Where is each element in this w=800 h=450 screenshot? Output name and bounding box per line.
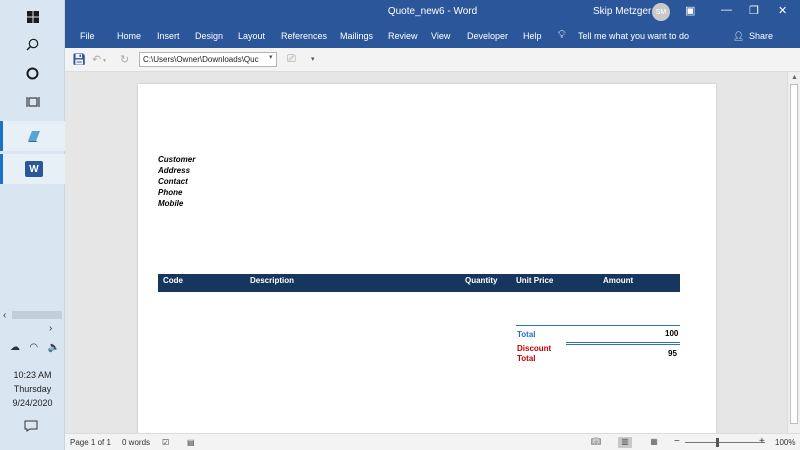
- page-count[interactable]: Page 1 of 1: [70, 438, 111, 447]
- user-name[interactable]: Skip Metzger: [593, 6, 651, 17]
- status-bar: Page 1 of 1 0 words ☑ ▤ 📖︎ ▥ ▦ − + 100%: [65, 433, 800, 450]
- clock-date: 9/24/2020: [12, 398, 53, 408]
- discount-label-line1: Discount: [517, 344, 552, 353]
- scroll-right-icon[interactable]: ›: [49, 323, 52, 334]
- lightbulb-icon: 💡︎: [558, 29, 566, 41]
- document-area: Customer Address Contact Phone Mobile Co…: [65, 72, 787, 433]
- word-count[interactable]: 0 words: [122, 438, 150, 447]
- proofing-icon[interactable]: ☑: [162, 438, 169, 447]
- discount-label-line2: Total: [517, 354, 536, 363]
- cortana-icon[interactable]: [0, 58, 65, 88]
- customize-qat-icon[interactable]: ▾: [311, 55, 315, 63]
- clock-day: Thursday: [13, 384, 52, 394]
- address-label: Address: [158, 166, 191, 175]
- tab-developer[interactable]: Developer: [467, 31, 508, 41]
- quick-access-toolbar: 💾︎ ↶ ▾ ↻ C:\Users\Owner\Downloads\Quc ▾ …: [65, 48, 800, 72]
- phone-label: Phone: [158, 188, 183, 197]
- undo-icon[interactable]: ↶: [92, 53, 101, 66]
- col-amount: Amount: [603, 276, 634, 285]
- total-rule: [516, 325, 680, 326]
- volume-icon[interactable]: 🔈: [48, 342, 60, 353]
- windows-icon[interactable]: [0, 2, 65, 32]
- document-location-field[interactable]: C:\Users\Owner\Downloads\Quc: [139, 52, 277, 67]
- tab-references[interactable]: References: [281, 31, 327, 41]
- ribbon-display-options-icon[interactable]: ▣: [685, 4, 695, 17]
- zoom-slider[interactable]: [685, 442, 765, 443]
- wifi-icon[interactable]: ◠: [29, 342, 38, 353]
- system-tray: ☁ ◠ 🔈: [10, 342, 60, 353]
- minimize-icon[interactable]: —: [721, 4, 732, 16]
- clock-time: 10:23 AM: [13, 370, 52, 380]
- scroll-thumb[interactable]: [12, 311, 62, 319]
- share-person-icon: 👤︎: [733, 31, 745, 41]
- contact-label: Contact: [158, 177, 188, 186]
- search-icon[interactable]: [0, 29, 65, 59]
- tab-home[interactable]: Home: [117, 31, 141, 41]
- tab-layout[interactable]: Layout: [238, 31, 265, 41]
- tell-me-search[interactable]: Tell me what you want to do: [578, 31, 689, 41]
- pinned-app-icon[interactable]: [0, 121, 65, 151]
- accessibility-icon[interactable]: ▤: [187, 438, 195, 447]
- taskbar-clock[interactable]: 10:23 AM Thursday 9/24/2020: [0, 368, 65, 410]
- word-icon[interactable]: W: [0, 154, 65, 184]
- total-label: Total: [517, 330, 536, 339]
- document-page[interactable]: Customer Address Contact Phone Mobile Co…: [138, 84, 716, 433]
- col-quantity: Quantity: [465, 276, 498, 285]
- total-double-rule: [566, 342, 680, 345]
- customer-label: Customer: [158, 155, 196, 164]
- windows-taskbar: W ‹ › ☁ ◠ 🔈 10:23 AM Thursday 9/24/2020: [0, 0, 65, 450]
- col-code: Code: [163, 276, 183, 285]
- tab-insert[interactable]: Insert: [157, 31, 180, 41]
- vertical-scrollbar[interactable]: ▲: [787, 72, 800, 433]
- quote-table-header: Code Description Quantity Unit Price Amo…: [158, 274, 680, 292]
- discount-total-value: 95: [668, 349, 677, 358]
- mobile-label: Mobile: [158, 199, 184, 208]
- redo-icon[interactable]: ↻: [120, 53, 129, 66]
- undo-dropdown-icon[interactable]: ▾: [103, 57, 106, 64]
- taskbar-scrollbar[interactable]: ‹: [0, 309, 65, 321]
- zoom-slider-thumb[interactable]: [716, 438, 719, 447]
- zoom-out-button[interactable]: −: [674, 436, 680, 447]
- save-icon[interactable]: 💾︎: [72, 53, 86, 66]
- word-logo: W: [25, 161, 43, 177]
- scroll-up-icon[interactable]: ▲: [791, 74, 798, 81]
- tab-review[interactable]: Review: [388, 31, 418, 41]
- discount-total-label: Discount Total: [517, 344, 567, 364]
- close-icon[interactable]: ✕: [778, 4, 787, 17]
- web-layout-icon[interactable]: ▦: [647, 437, 661, 448]
- scroll-thumb[interactable]: [790, 84, 798, 424]
- ribbon-tabs: File Home Insert Design Layout Reference…: [65, 24, 800, 48]
- read-mode-icon[interactable]: 📖︎: [589, 437, 603, 448]
- scroll-left-icon[interactable]: ‹: [3, 310, 6, 321]
- col-description: Description: [250, 276, 295, 285]
- restore-icon[interactable]: ❐: [749, 4, 759, 17]
- zoom-level[interactable]: 100%: [775, 438, 795, 447]
- onedrive-icon[interactable]: ☁: [10, 342, 20, 353]
- avatar[interactable]: SM: [652, 3, 670, 21]
- tab-design[interactable]: Design: [195, 31, 223, 41]
- touch-mode-icon[interactable]: ⎚: [287, 53, 296, 66]
- chevron-down-icon[interactable]: ▾: [269, 53, 273, 61]
- print-layout-icon[interactable]: ▥: [618, 437, 632, 448]
- zoom-in-button[interactable]: +: [759, 436, 765, 447]
- notification-icon[interactable]: [24, 420, 38, 435]
- tab-help[interactable]: Help: [523, 31, 542, 41]
- tab-view[interactable]: View: [431, 31, 450, 41]
- total-value: 100: [665, 329, 679, 338]
- col-unit-price: Unit Price: [516, 276, 554, 285]
- tab-file[interactable]: File: [80, 31, 95, 41]
- tab-mailings[interactable]: Mailings: [340, 31, 373, 41]
- share-button[interactable]: Share: [749, 31, 773, 41]
- title-bar: Quote_new6 - Word Skip Metzger SM ▣ — ❐ …: [65, 0, 800, 24]
- task-view-icon[interactable]: [0, 87, 65, 117]
